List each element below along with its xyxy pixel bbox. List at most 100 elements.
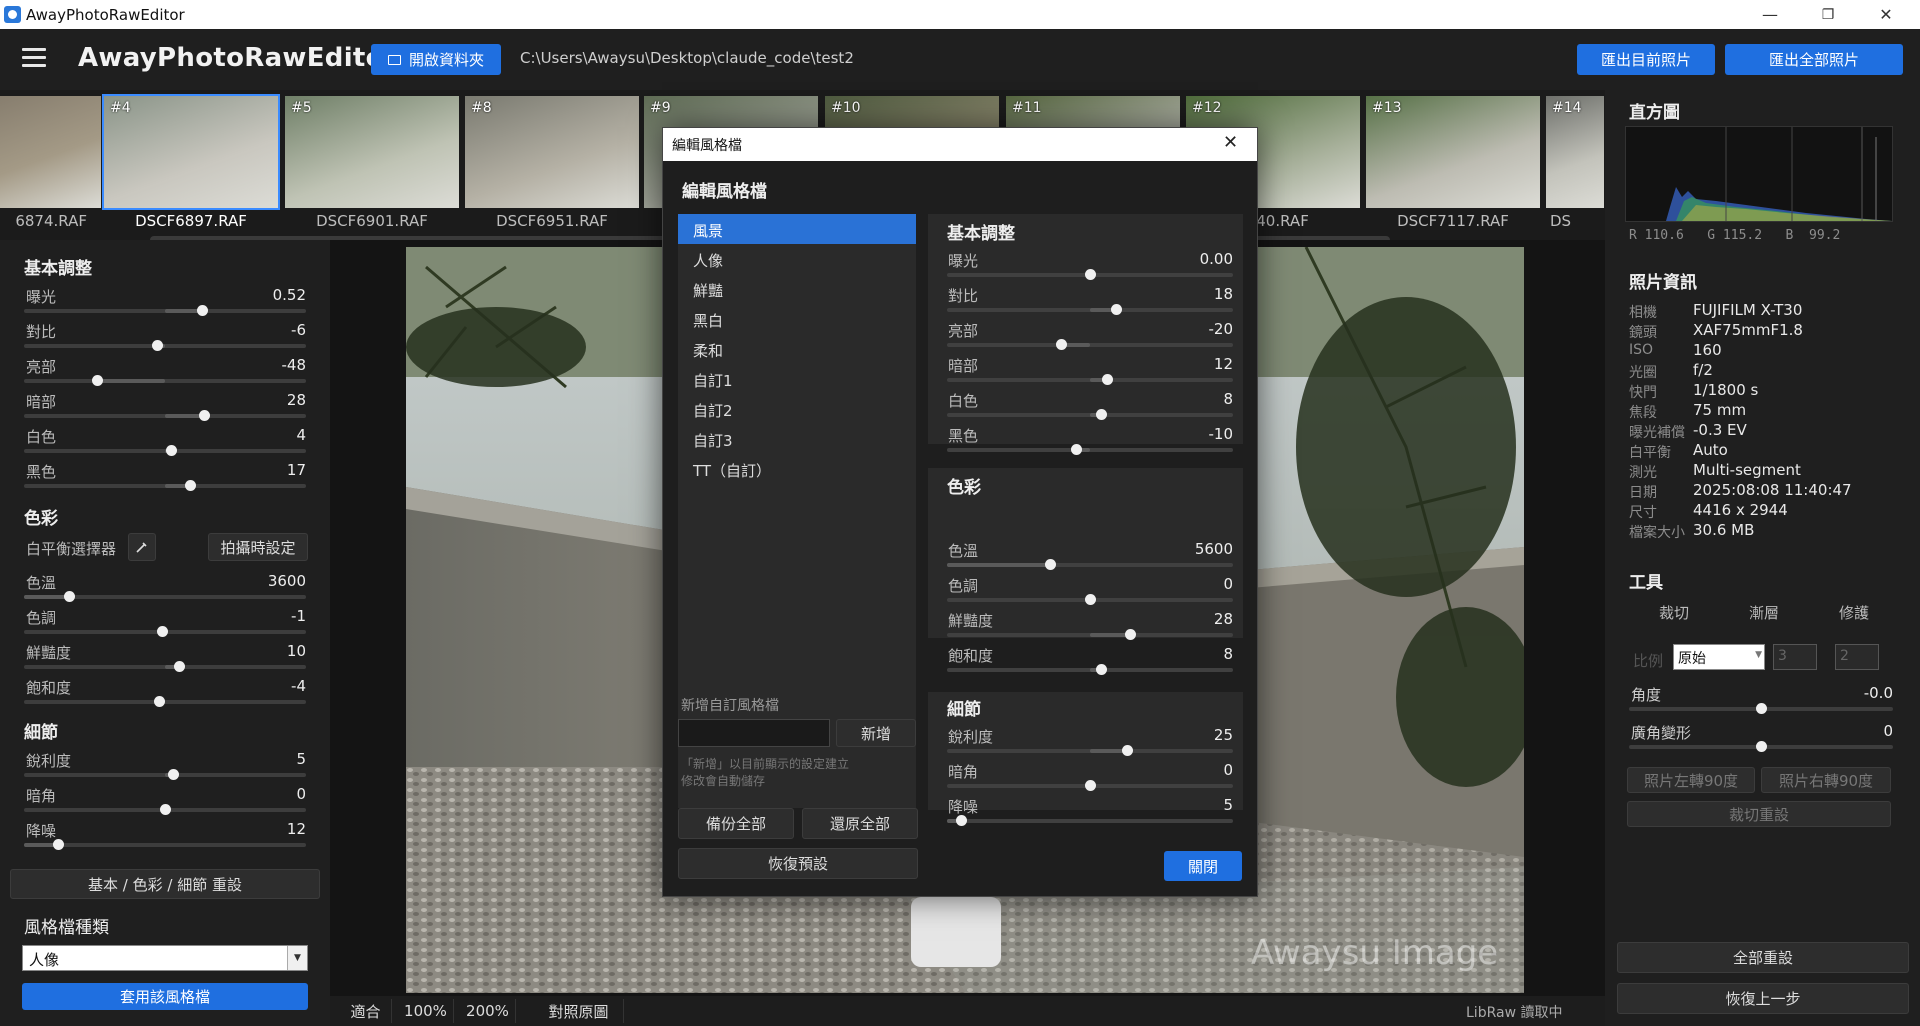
slider-knob[interactable] <box>174 661 186 672</box>
slider-knob[interactable] <box>1085 269 1096 280</box>
dialog-slider-track[interactable] <box>947 269 1233 280</box>
film-thumb[interactable]: #8 <box>465 96 639 208</box>
slider-knob[interactable] <box>956 815 968 826</box>
dialog-slider-track[interactable] <box>947 339 1233 350</box>
slider-knob[interactable] <box>1085 780 1096 791</box>
export-current-button[interactable]: 匯出目前照片 <box>1577 44 1715 75</box>
slider-track[interactable] <box>24 591 306 602</box>
rotate-right-button[interactable]: 照片右轉90度 <box>1761 767 1891 793</box>
slider-knob[interactable] <box>185 480 197 491</box>
crop-reset-button[interactable]: 裁切重設 <box>1627 801 1891 827</box>
angle-slider[interactable] <box>1629 703 1893 714</box>
minimize-button[interactable]: — <box>1747 0 1793 29</box>
film-thumb[interactable]: #5 <box>285 96 459 208</box>
compare-original-button[interactable]: 對照原圖 <box>534 999 624 1023</box>
slider-knob[interactable] <box>168 769 180 780</box>
tab-heal[interactable]: 修護 <box>1839 602 1869 626</box>
zoom-200-button[interactable]: 200% <box>460 999 516 1023</box>
slider-track[interactable] <box>24 696 306 707</box>
restore-all-button[interactable]: 還原全部 <box>802 808 918 839</box>
slider-knob[interactable] <box>199 410 211 421</box>
film-thumb[interactable]: #4 <box>102 94 280 210</box>
film-thumb[interactable]: #13 <box>1366 96 1540 208</box>
slider-track[interactable] <box>24 445 306 456</box>
angle-slider-knob[interactable] <box>1756 703 1767 714</box>
menu-icon[interactable] <box>22 48 46 68</box>
dialog-slider-track[interactable] <box>947 745 1233 756</box>
slider-knob[interactable] <box>151 340 163 351</box>
profile-list-item[interactable]: 柔和 <box>678 334 916 364</box>
slider-track[interactable] <box>24 410 306 421</box>
dialog-close-icon[interactable]: ✕ <box>1223 132 1238 153</box>
slider-knob[interactable] <box>160 804 171 815</box>
slider-knob[interactable] <box>196 305 208 316</box>
profile-list-item[interactable]: 鮮豔 <box>678 274 916 304</box>
reset-adjustments-button[interactable]: 基本 / 色彩 / 細節 重設 <box>10 869 320 899</box>
wide-angle-slider[interactable] <box>1629 741 1893 752</box>
profile-list-item[interactable]: 黑白 <box>678 304 916 334</box>
profile-list-item[interactable]: 自訂3 <box>678 424 916 454</box>
slider-track[interactable] <box>24 661 306 672</box>
slider-knob[interactable] <box>1044 559 1056 570</box>
slider-track[interactable] <box>24 375 306 386</box>
dialog-slider-track[interactable] <box>947 594 1233 605</box>
dialog-close-button[interactable]: 關閉 <box>1164 851 1242 881</box>
dialog-slider-track[interactable] <box>947 409 1233 420</box>
slider-track[interactable] <box>24 340 306 351</box>
apply-profile-button[interactable]: 套用該風格檔 <box>22 983 308 1010</box>
profile-list-item[interactable]: TT（自訂） <box>678 454 916 484</box>
slider-knob[interactable] <box>1125 629 1137 640</box>
slider-knob[interactable] <box>1096 664 1108 675</box>
profile-list-item[interactable]: 自訂2 <box>678 394 916 424</box>
profile-select[interactable]: 人像 ▼ <box>22 945 308 971</box>
slider-knob[interactable] <box>92 375 104 386</box>
tab-crop[interactable]: 裁切 <box>1659 602 1689 626</box>
slider-track[interactable] <box>24 839 306 850</box>
slider-track[interactable] <box>24 626 306 637</box>
dialog-slider-track[interactable] <box>947 780 1233 791</box>
slider-knob[interactable] <box>1110 304 1122 315</box>
slider-knob[interactable] <box>52 839 64 850</box>
profile-list-item[interactable]: 自訂1 <box>678 364 916 394</box>
ratio-height-input[interactable]: 2 <box>1835 644 1879 670</box>
dialog-slider-track[interactable] <box>947 559 1233 570</box>
as-shot-button[interactable]: 拍攝時設定 <box>208 533 308 561</box>
dialog-slider-track[interactable] <box>947 374 1233 385</box>
dialog-slider-track[interactable] <box>947 815 1233 826</box>
zoom-100-button[interactable]: 100% <box>398 999 454 1023</box>
slider-track[interactable] <box>24 480 306 491</box>
eyedropper-icon[interactable] <box>128 533 156 561</box>
restore-default-button[interactable]: 恢復預設 <box>678 848 918 879</box>
dialog-slider-track[interactable] <box>947 444 1233 455</box>
slider-track[interactable] <box>24 804 306 815</box>
undo-button[interactable]: 恢復上一步 <box>1617 983 1909 1014</box>
ratio-select[interactable]: 原始 ▼ <box>1673 644 1765 670</box>
profile-list-item[interactable]: 人像 <box>678 244 916 274</box>
maximize-button[interactable]: ❐ <box>1805 0 1851 29</box>
slider-knob[interactable] <box>157 626 169 637</box>
dialog-slider-track[interactable] <box>947 304 1233 315</box>
new-profile-button[interactable]: 新增 <box>836 719 916 747</box>
close-window-button[interactable]: ✕ <box>1863 0 1909 29</box>
slider-track[interactable] <box>24 769 306 780</box>
slider-knob[interactable] <box>165 445 177 456</box>
slider-knob[interactable] <box>64 591 76 602</box>
open-folder-button[interactable]: 開啟資料夾 <box>371 44 501 75</box>
new-profile-input[interactable] <box>678 719 830 747</box>
slider-knob[interactable] <box>1070 444 1082 455</box>
profile-list-item[interactable]: 風景 <box>678 214 916 244</box>
backup-all-button[interactable]: 備份全部 <box>678 808 794 839</box>
export-all-button[interactable]: 匯出全部照片 <box>1725 44 1903 75</box>
wide-angle-slider-knob[interactable] <box>1756 741 1767 752</box>
dialog-slider-track[interactable] <box>947 629 1233 640</box>
tab-gradient[interactable]: 漸層 <box>1749 602 1779 626</box>
film-thumb[interactable]: #14 <box>1546 96 1604 208</box>
slider-track[interactable] <box>24 305 306 316</box>
slider-knob[interactable] <box>1085 594 1096 605</box>
film-thumb[interactable] <box>0 96 101 208</box>
dialog-slider-track[interactable] <box>947 664 1233 675</box>
slider-knob[interactable] <box>154 696 166 707</box>
zoom-fit-button[interactable]: 適合 <box>340 999 392 1023</box>
rotate-left-button[interactable]: 照片左轉90度 <box>1627 767 1755 793</box>
ratio-width-input[interactable]: 3 <box>1773 644 1817 670</box>
